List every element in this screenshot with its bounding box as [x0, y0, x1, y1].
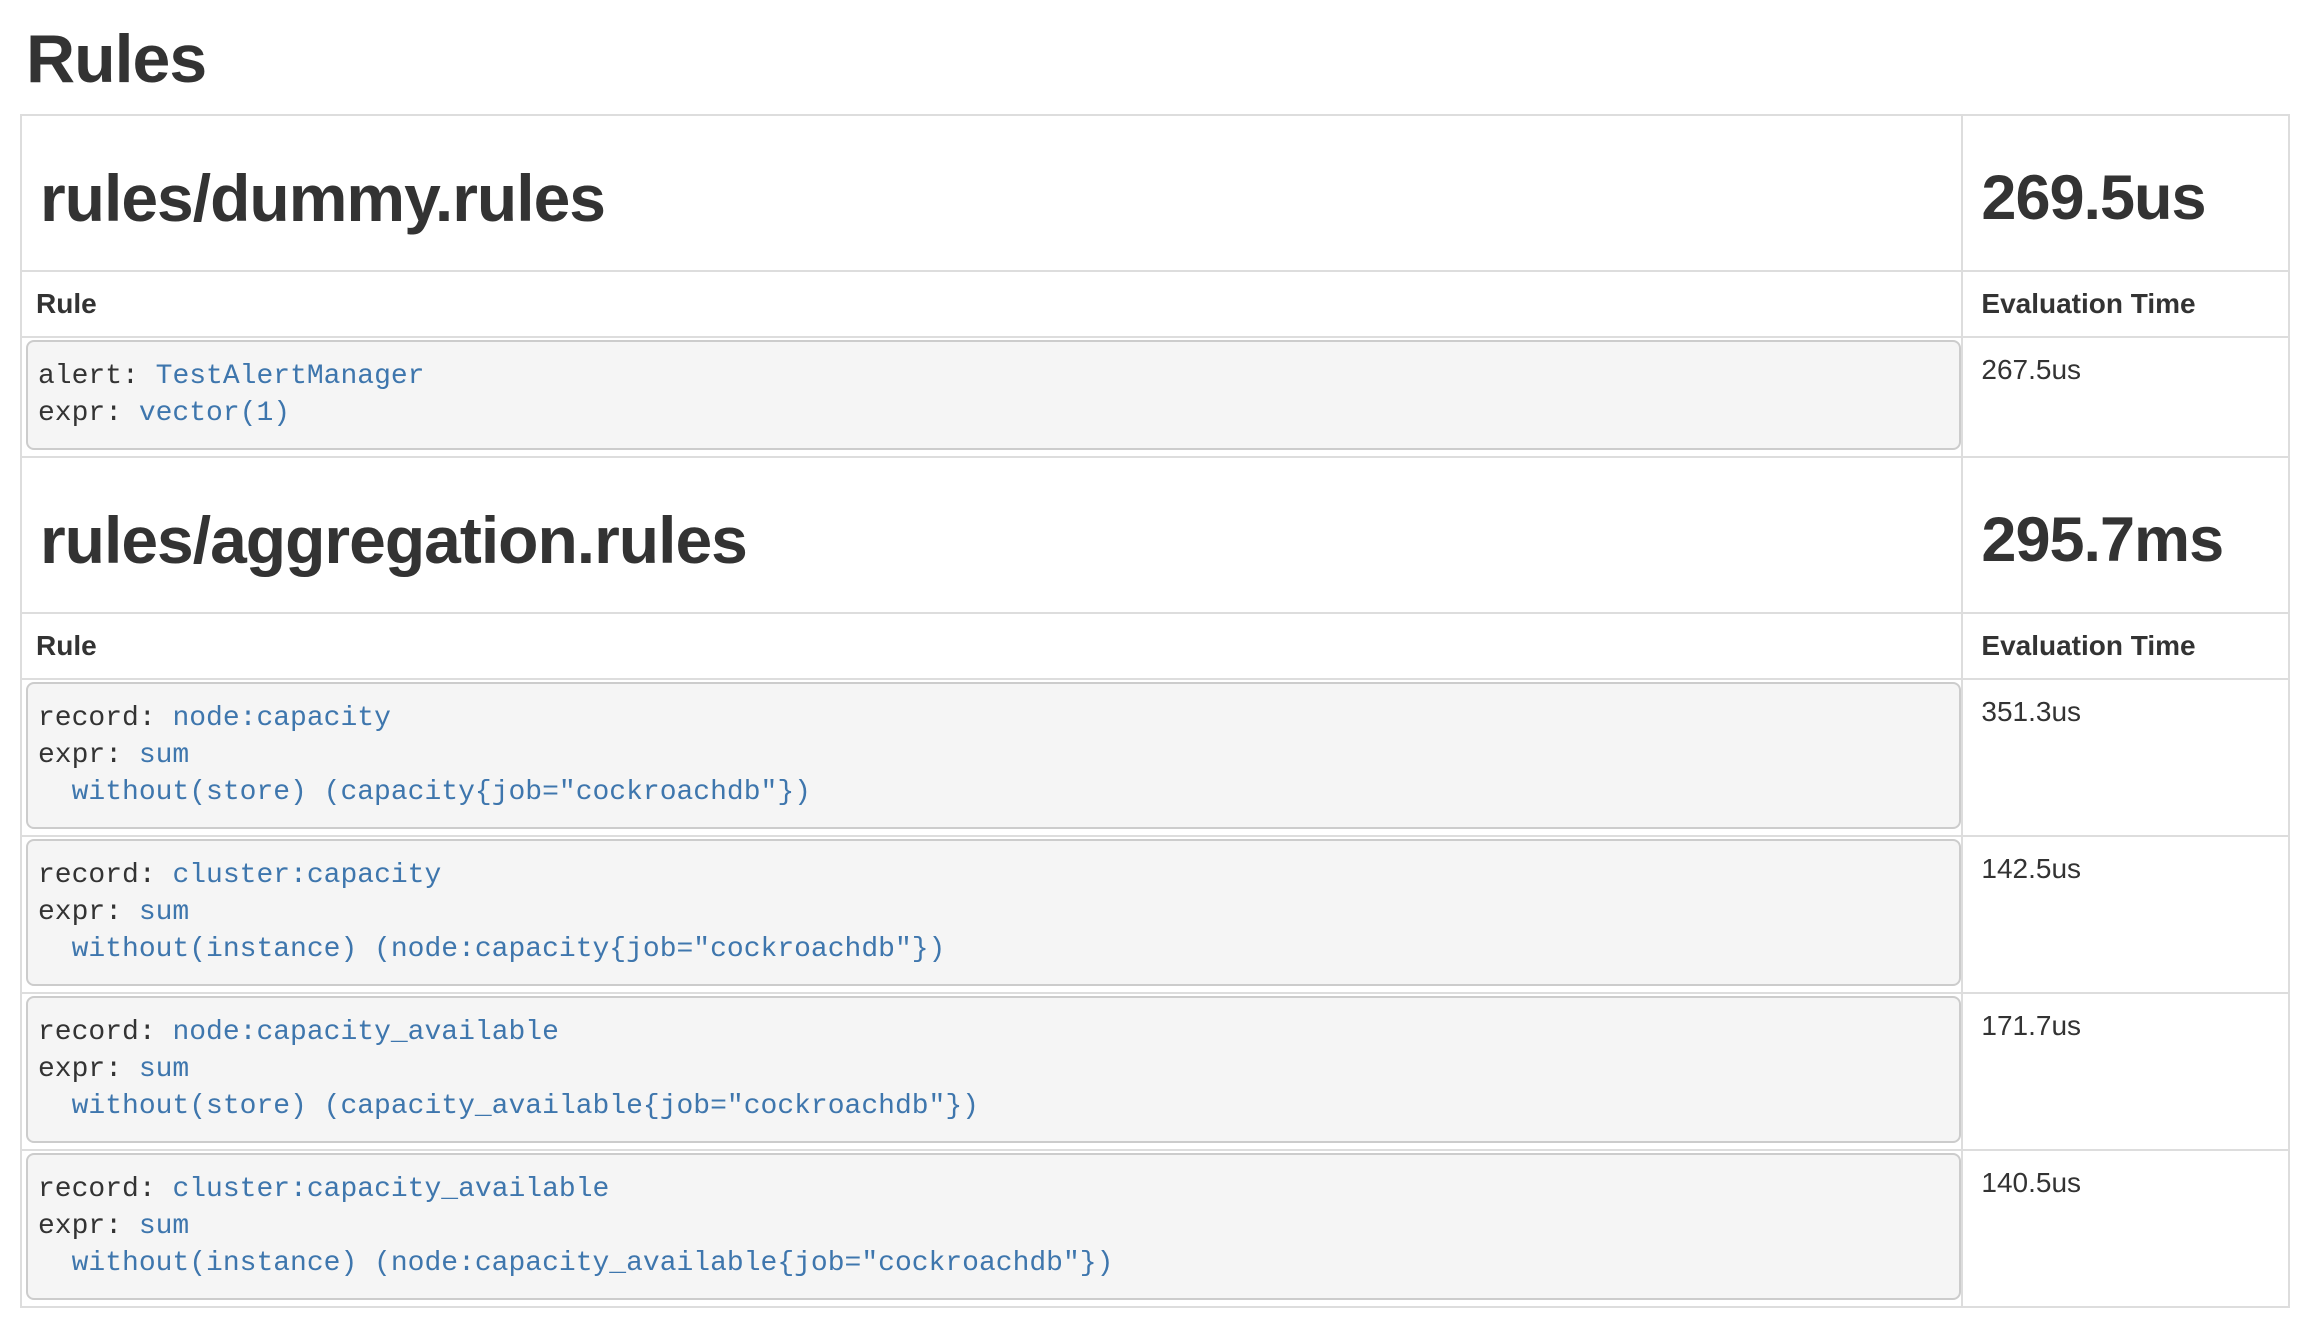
expr-link[interactable]: sum [139, 1054, 189, 1085]
rule-type-label: record: [38, 1017, 156, 1048]
rule-name-link[interactable]: node:capacity_available [172, 1017, 558, 1048]
rule-definition: record: node:capacity_available expr: su… [26, 996, 1961, 1143]
rule-row: record: node:capacity_available expr: su… [21, 993, 2289, 1150]
group-header-row: rules/aggregation.rules 295.7ms [21, 457, 2289, 613]
expr-label: expr: [38, 1054, 122, 1085]
evaluation-time-value: 267.5us [1962, 337, 2289, 457]
rule-cell: alert: TestAlertManager expr: vector(1) [21, 337, 1962, 457]
group-title-cell: rules/dummy.rules [21, 115, 1962, 271]
expr-label: expr: [38, 897, 122, 928]
evaluation-time-value: 171.7us [1962, 993, 2289, 1150]
group-evaluation-total: 269.5us [1981, 162, 2274, 234]
expr-link[interactable]: sum [139, 1211, 189, 1242]
expr-continuation-link[interactable]: without(store) (capacity{job="cockroachd… [72, 777, 811, 808]
rule-name-link[interactable]: node:capacity [172, 703, 390, 734]
rule-definition: record: cluster:capacity_available expr:… [26, 1153, 1961, 1300]
rule-cell: record: cluster:capacity expr: sum witho… [21, 836, 1962, 993]
column-header-row: Rule Evaluation Time [21, 271, 2289, 337]
rule-definition: record: node:capacity expr: sum without(… [26, 682, 1961, 829]
rules-page: Rules rules/dummy.rules 269.5us Rule Eva… [0, 22, 2316, 1308]
rule-type-label: record: [38, 1174, 156, 1205]
page-title: Rules [26, 22, 2316, 96]
expr-label: expr: [38, 398, 122, 429]
group-header-row: rules/dummy.rules 269.5us [21, 115, 2289, 271]
expr-link[interactable]: sum [139, 897, 189, 928]
expr-label: expr: [38, 1211, 122, 1242]
column-header-rule: Rule [21, 613, 1962, 679]
expr-continuation-link[interactable]: without(store) (capacity_available{job="… [72, 1091, 979, 1122]
expr-continuation-link[interactable]: without(instance) (node:capacity_availab… [72, 1248, 1114, 1279]
group-file-title: rules/aggregation.rules [40, 504, 1947, 576]
group-eval-cell: 295.7ms [1962, 457, 2289, 613]
column-header-evaluation-time: Evaluation Time [1962, 271, 2289, 337]
rule-definition: record: cluster:capacity expr: sum witho… [26, 839, 1961, 986]
rule-row: record: cluster:capacity_available expr:… [21, 1150, 2289, 1307]
rule-row: record: node:capacity expr: sum without(… [21, 679, 2289, 836]
column-header-rule: Rule [21, 271, 1962, 337]
rule-name-link[interactable]: cluster:capacity [172, 860, 441, 891]
rule-row: alert: TestAlertManager expr: vector(1) … [21, 337, 2289, 457]
group-file-title: rules/dummy.rules [40, 162, 1947, 234]
rule-cell: record: cluster:capacity_available expr:… [21, 1150, 1962, 1307]
rule-type-label: alert: [38, 361, 139, 392]
rule-definition: alert: TestAlertManager expr: vector(1) [26, 340, 1961, 450]
rule-cell: record: node:capacity_available expr: su… [21, 993, 1962, 1150]
column-header-row: Rule Evaluation Time [21, 613, 2289, 679]
group-eval-cell: 269.5us [1962, 115, 2289, 271]
rule-name-link[interactable]: cluster:capacity_available [172, 1174, 609, 1205]
rule-type-label: record: [38, 860, 156, 891]
evaluation-time-value: 142.5us [1962, 836, 2289, 993]
group-title-cell: rules/aggregation.rules [21, 457, 1962, 613]
expr-continuation-link[interactable]: without(instance) (node:capacity{job="co… [72, 934, 946, 965]
evaluation-time-value: 140.5us [1962, 1150, 2289, 1307]
evaluation-time-value: 351.3us [1962, 679, 2289, 836]
expr-link[interactable]: sum [139, 740, 189, 771]
rule-row: record: cluster:capacity expr: sum witho… [21, 836, 2289, 993]
expr-link[interactable]: vector(1) [139, 398, 290, 429]
rule-name-link[interactable]: TestAlertManager [156, 361, 425, 392]
rule-type-label: record: [38, 703, 156, 734]
rule-cell: record: node:capacity expr: sum without(… [21, 679, 1962, 836]
expr-label: expr: [38, 740, 122, 771]
column-header-evaluation-time: Evaluation Time [1962, 613, 2289, 679]
rules-table: rules/dummy.rules 269.5us Rule Evaluatio… [20, 114, 2290, 1308]
group-evaluation-total: 295.7ms [1981, 504, 2274, 576]
